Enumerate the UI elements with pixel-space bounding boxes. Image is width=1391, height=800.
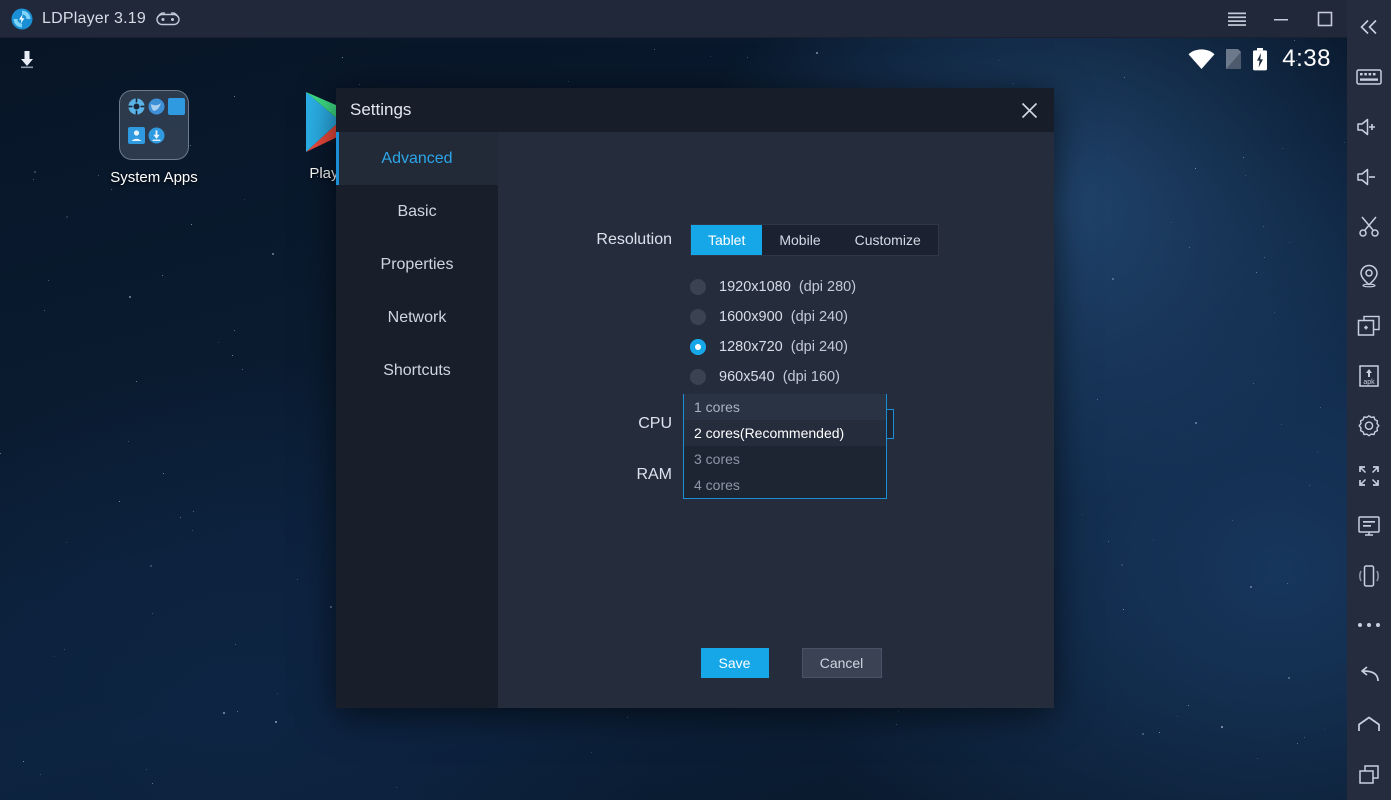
- resolution-tab-group: Tablet Mobile Customize: [690, 224, 939, 256]
- location-icon[interactable]: [1347, 251, 1391, 301]
- svg-text:apk: apk: [1363, 379, 1375, 386]
- home-icon[interactable]: [1347, 700, 1391, 750]
- radio-icon[interactable]: [690, 369, 706, 385]
- resolution-label: Resolution: [558, 231, 690, 249]
- collapse-icon[interactable]: [1347, 2, 1391, 52]
- resolution-option-label: 1920x1080 (dpi 280): [719, 279, 856, 295]
- cpu-label: CPU: [558, 415, 690, 433]
- right-toolbar: apk: [1347, 0, 1391, 800]
- cpu-option-3-cores[interactable]: 3 cores: [684, 446, 886, 472]
- status-bar-clock: 4:38: [1282, 45, 1331, 73]
- resolution-options: 1920x1080 (dpi 280) 1600x900 (dpi 240): [690, 272, 856, 392]
- fullscreen-icon[interactable]: [1347, 451, 1391, 501]
- resolution-option-label: 1280x720 (dpi 240): [719, 339, 848, 355]
- folder-icon: [119, 90, 189, 160]
- radio-icon[interactable]: [690, 279, 706, 295]
- desktop-icon-label: System Apps: [110, 169, 198, 186]
- window-title: LDPlayer 3.19: [42, 10, 146, 28]
- resolution-option-960x540[interactable]: 960x540 (dpi 160): [690, 362, 856, 392]
- sidebar-item-label: Basic: [397, 203, 436, 221]
- mini-app-downloads-icon: [148, 127, 165, 144]
- back-icon[interactable]: [1347, 650, 1391, 700]
- sim-off-icon: [1225, 48, 1242, 70]
- cpu-dropdown-list: 1 cores 2 cores(Recommended) 3 cores 4 c…: [683, 394, 887, 499]
- sidebar-item-network[interactable]: Network: [336, 291, 498, 344]
- wifi-icon: [1188, 49, 1215, 70]
- cpu-option-1-cores[interactable]: 1 cores: [684, 394, 886, 420]
- mini-app-contacts-icon: [128, 127, 145, 144]
- sidebar-item-label: Advanced: [381, 150, 452, 168]
- keyboard-icon[interactable]: [1347, 52, 1391, 102]
- desktop-icon-system-apps[interactable]: System Apps: [79, 90, 229, 186]
- mini-app-browser-icon: [148, 98, 165, 115]
- cancel-button[interactable]: Cancel: [802, 648, 882, 678]
- shake-icon[interactable]: [1347, 551, 1391, 601]
- sidebar-item-shortcuts[interactable]: Shortcuts: [336, 344, 498, 397]
- volume-up-icon[interactable]: [1347, 102, 1391, 152]
- tab-tablet[interactable]: Tablet: [691, 225, 762, 255]
- window-title-bar: LDPlayer 3.19: [0, 0, 1391, 38]
- cpu-option-2-cores[interactable]: 2 cores(Recommended): [684, 420, 886, 446]
- mini-app-settings-icon: [128, 98, 145, 115]
- dialog-title: Settings: [350, 100, 411, 120]
- save-button[interactable]: Save: [701, 648, 769, 678]
- resolution-option-label: 960x540 (dpi 160): [719, 369, 840, 385]
- add-window-icon[interactable]: [1347, 301, 1391, 351]
- recents-icon[interactable]: [1347, 750, 1391, 800]
- radio-icon[interactable]: [690, 339, 706, 355]
- resolution-option-1600x900[interactable]: 1600x900 (dpi 240): [690, 302, 856, 332]
- maximize-icon[interactable]: [1303, 0, 1347, 38]
- apk-install-icon[interactable]: apk: [1347, 351, 1391, 401]
- status-bar-right: 4:38: [1188, 45, 1331, 73]
- sidebar-item-label: Shortcuts: [383, 362, 451, 380]
- scissors-icon[interactable]: [1347, 202, 1391, 252]
- tab-customize[interactable]: Customize: [838, 225, 938, 255]
- sidebar-item-properties[interactable]: Properties: [336, 238, 498, 291]
- dialog-close-icon[interactable]: [1012, 94, 1046, 126]
- sidebar-item-label: Network: [388, 309, 447, 327]
- radio-icon[interactable]: [690, 309, 706, 325]
- dialog-footer: Save Cancel: [498, 648, 1054, 678]
- ram-label: RAM: [558, 466, 690, 484]
- volume-down-icon[interactable]: [1347, 152, 1391, 202]
- resolution-option-label: 1600x900 (dpi 240): [719, 309, 848, 325]
- ram-row: RAM: [558, 466, 690, 484]
- download-icon: [18, 49, 36, 69]
- dialog-header: Settings: [336, 88, 1054, 132]
- menu-icon[interactable]: [1215, 0, 1259, 38]
- gear-icon[interactable]: [1347, 401, 1391, 451]
- sidebar-item-advanced[interactable]: Advanced: [336, 132, 498, 185]
- monitor-icon[interactable]: [1347, 501, 1391, 551]
- battery-charging-icon: [1252, 48, 1268, 71]
- status-bar-left: [18, 49, 1188, 69]
- mini-app-files-icon: [168, 98, 185, 115]
- resolution-option-1920x1080[interactable]: 1920x1080 (dpi 280): [690, 272, 856, 302]
- dialog-sidebar: Advanced Basic Properties Network Shortc…: [336, 132, 498, 708]
- ldplayer-logo-icon: [11, 8, 33, 30]
- resolution-row: Resolution Tablet Mobile Customize: [558, 224, 939, 256]
- gamepad-icon[interactable]: [156, 11, 180, 27]
- resolution-option-1280x720[interactable]: 1280x720 (dpi 240): [690, 332, 856, 362]
- android-status-bar: 4:38: [0, 38, 1347, 80]
- ldplayer-window: 4:38: [0, 0, 1391, 800]
- minimize-icon[interactable]: [1259, 0, 1303, 38]
- tab-mobile[interactable]: Mobile: [762, 225, 837, 255]
- cpu-option-4-cores[interactable]: 4 cores: [684, 472, 886, 498]
- more-icon[interactable]: [1347, 601, 1391, 651]
- sidebar-item-basic[interactable]: Basic: [336, 185, 498, 238]
- sidebar-item-label: Properties: [381, 256, 454, 274]
